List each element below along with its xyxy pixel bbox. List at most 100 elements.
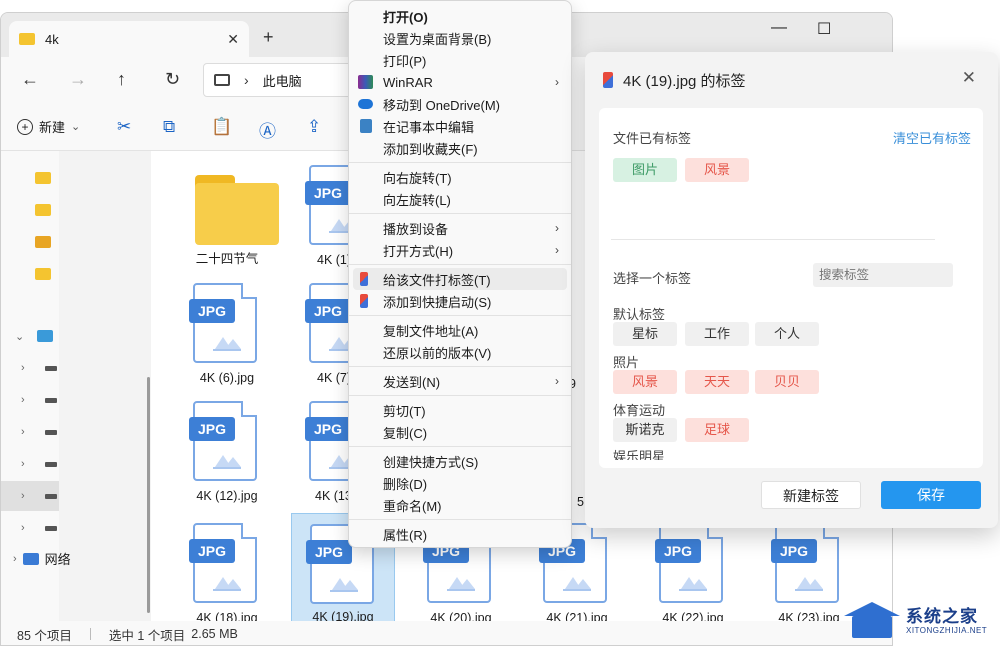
menu-item-properties[interactable]: 属性(R) bbox=[349, 523, 571, 545]
tag-chip[interactable]: 贝贝 bbox=[755, 370, 819, 394]
tag-group-clip: 娱乐明星 bbox=[613, 446, 713, 460]
tag-search-input[interactable] bbox=[813, 263, 953, 287]
sidebar-folder-3[interactable] bbox=[1, 227, 59, 257]
menu-item-rename[interactable]: 重命名(M) bbox=[349, 494, 571, 516]
maximize-button[interactable]: ☐ bbox=[817, 19, 831, 39]
menu-item-cut[interactable]: 剪切(T) bbox=[349, 399, 571, 421]
tab-label: 4k bbox=[45, 31, 59, 47]
menu-item-open-with[interactable]: 打开方式(H) › bbox=[349, 239, 571, 261]
menu-divider bbox=[349, 395, 571, 396]
menu-item-notepad[interactable]: 在记事本中编辑 bbox=[349, 115, 571, 137]
tag-chip[interactable]: 个人 bbox=[755, 322, 819, 346]
clear-tags-link[interactable]: 清空已有标签 bbox=[893, 128, 971, 147]
breadcrumb-this-pc[interactable]: 此电脑 bbox=[263, 71, 302, 90]
jpg-file-icon: JPG bbox=[189, 523, 257, 603]
sidebar-scrollbar[interactable] bbox=[147, 377, 150, 613]
sidebar-folder-2[interactable] bbox=[1, 195, 59, 225]
menu-item-label: 添加到快捷启动(S) bbox=[383, 294, 492, 310]
jpg-file-icon: JPG bbox=[189, 283, 257, 363]
existing-tag-chip[interactable]: 图片 bbox=[613, 158, 677, 182]
file-item-folder[interactable]: 二十四节气 bbox=[175, 155, 279, 271]
copy-icon[interactable]: ⧉ bbox=[163, 117, 175, 137]
tag-app-icon bbox=[360, 294, 368, 308]
network-icon bbox=[22, 552, 39, 565]
address-bar[interactable]: › 此电脑 bbox=[203, 63, 353, 97]
tag-chip[interactable]: 足球 bbox=[685, 418, 749, 442]
file-item-jpg[interactable]: JPG 4K (12).jpg bbox=[175, 391, 279, 507]
menu-item-copy[interactable]: 复制(C) bbox=[349, 421, 571, 443]
menu-item-copy-path[interactable]: 复制文件地址(A) bbox=[349, 319, 571, 341]
computer-icon bbox=[214, 74, 230, 86]
chevron-right-icon: › bbox=[555, 221, 559, 235]
menu-item-winrar[interactable]: WinRAR › bbox=[349, 71, 571, 93]
sidebar-network[interactable]: › 网络 bbox=[13, 549, 133, 568]
tab-4k[interactable]: 4k ✕ bbox=[9, 21, 249, 57]
menu-item-rotate-right[interactable]: 向右旋转(T) bbox=[349, 166, 571, 188]
menu-item-set-wallpaper[interactable]: 设置为桌面背景(B) bbox=[349, 27, 571, 49]
sidebar-drive-1[interactable]: › bbox=[1, 353, 59, 383]
menu-item-print[interactable]: 打印(P) bbox=[349, 49, 571, 71]
tab-close-icon[interactable]: ✕ bbox=[227, 31, 239, 48]
tag-chip[interactable]: 风景 bbox=[613, 370, 677, 394]
menu-item-create-shortcut[interactable]: 创建快捷方式(S) bbox=[349, 450, 571, 472]
menu-item-restore[interactable]: 还原以前的版本(V) bbox=[349, 341, 571, 363]
tag-chip[interactable]: 工作 bbox=[685, 322, 749, 346]
sidebar-drive-4[interactable]: › bbox=[1, 449, 59, 479]
existing-tags-label: 文件已有标签 bbox=[613, 131, 692, 146]
sidebar-folder-1[interactable] bbox=[1, 163, 59, 193]
tag-chip[interactable]: 天天 bbox=[685, 370, 749, 394]
menu-item-label: 添加到收藏夹(F) bbox=[383, 141, 478, 157]
sidebar-this-pc[interactable]: ⌄ bbox=[1, 321, 59, 351]
minimize-button[interactable]: — bbox=[771, 19, 787, 37]
refresh-button[interactable]: ↻ bbox=[165, 69, 180, 90]
menu-item-tag-file[interactable]: 给该文件打标签(T) bbox=[353, 268, 567, 290]
selected-count: 选中 1 个项目 bbox=[108, 628, 186, 643]
menu-item-favorites[interactable]: 添加到收藏夹(F) bbox=[349, 137, 571, 159]
new-tag-button[interactable]: 新建标签 bbox=[761, 481, 861, 509]
sidebar-folder-4[interactable] bbox=[1, 259, 59, 289]
existing-tag-chip[interactable]: 风景 bbox=[685, 158, 749, 182]
up-button[interactable]: ↑ bbox=[117, 69, 126, 90]
cut-icon[interactable]: ✂ bbox=[117, 117, 131, 137]
rename-icon[interactable]: Ⓐ bbox=[259, 117, 276, 142]
menu-item-rotate-left[interactable]: 向左旋转(L) bbox=[349, 188, 571, 210]
sidebar-drive-5[interactable]: › bbox=[1, 481, 59, 511]
menu-item-label: 向右旋转(T) bbox=[383, 170, 452, 186]
chevron-right-icon: › bbox=[555, 374, 559, 388]
plus-icon: + bbox=[17, 118, 33, 135]
menu-item-cast[interactable]: 播放到设备 › bbox=[349, 217, 571, 239]
paste-icon[interactable]: 📋 bbox=[211, 117, 232, 137]
menu-item-onedrive[interactable]: 移动到 OneDrive(M) bbox=[349, 93, 571, 115]
menu-item-label: 打开(O) bbox=[383, 9, 428, 25]
file-item-jpg[interactable]: JPG 4K (22).jpg bbox=[641, 513, 745, 629]
chevron-down-icon: ⌄ bbox=[15, 330, 25, 343]
drive-icon bbox=[45, 365, 57, 371]
close-icon[interactable]: ✕ bbox=[962, 68, 976, 88]
tag-chip[interactable]: 斯诺克 bbox=[613, 418, 677, 442]
menu-item-delete[interactable]: 删除(D) bbox=[349, 472, 571, 494]
new-button[interactable]: + 新建 ⌄ bbox=[17, 117, 80, 136]
menu-item-open[interactable]: 打开(O) bbox=[349, 5, 571, 27]
back-button[interactable]: ← bbox=[21, 69, 39, 90]
new-tab-button[interactable]: + bbox=[263, 27, 274, 48]
menu-item-send-to[interactable]: 发送到(N) › bbox=[349, 370, 571, 392]
tag-panel: 文件已有标签 清空已有标签 图片 风景 选择一个标签 默认标签 星标 工作 个人… bbox=[599, 108, 983, 468]
sidebar-drive-2[interactable]: › bbox=[1, 385, 59, 415]
menu-item-quick-launch[interactable]: 添加到快捷启动(S) bbox=[349, 290, 571, 312]
save-button[interactable]: 保存 bbox=[881, 481, 981, 509]
tag-dialog: 4K (19).jpg 的标签 ✕ 文件已有标签 清空已有标签 图片 风景 选择… bbox=[585, 52, 998, 528]
file-item-jpg[interactable]: JPG 4K (18).jpg bbox=[175, 513, 279, 629]
sidebar-drive-3[interactable]: › bbox=[1, 417, 59, 447]
computer-icon bbox=[37, 330, 53, 342]
drive-icon bbox=[45, 525, 57, 531]
chevron-right-icon: › bbox=[21, 490, 25, 502]
notepad-icon bbox=[360, 119, 372, 133]
forward-button[interactable]: → bbox=[69, 69, 87, 90]
jpg-file-icon: JPG bbox=[189, 401, 257, 481]
share-icon[interactable]: ⇪ bbox=[307, 117, 321, 137]
folder-icon bbox=[35, 236, 51, 248]
file-item-jpg[interactable]: JPG 4K (6).jpg bbox=[175, 273, 279, 389]
tag-chip[interactable]: 星标 bbox=[613, 322, 677, 346]
sidebar-drive-6[interactable]: › bbox=[1, 513, 59, 543]
folder-icon bbox=[35, 172, 51, 184]
